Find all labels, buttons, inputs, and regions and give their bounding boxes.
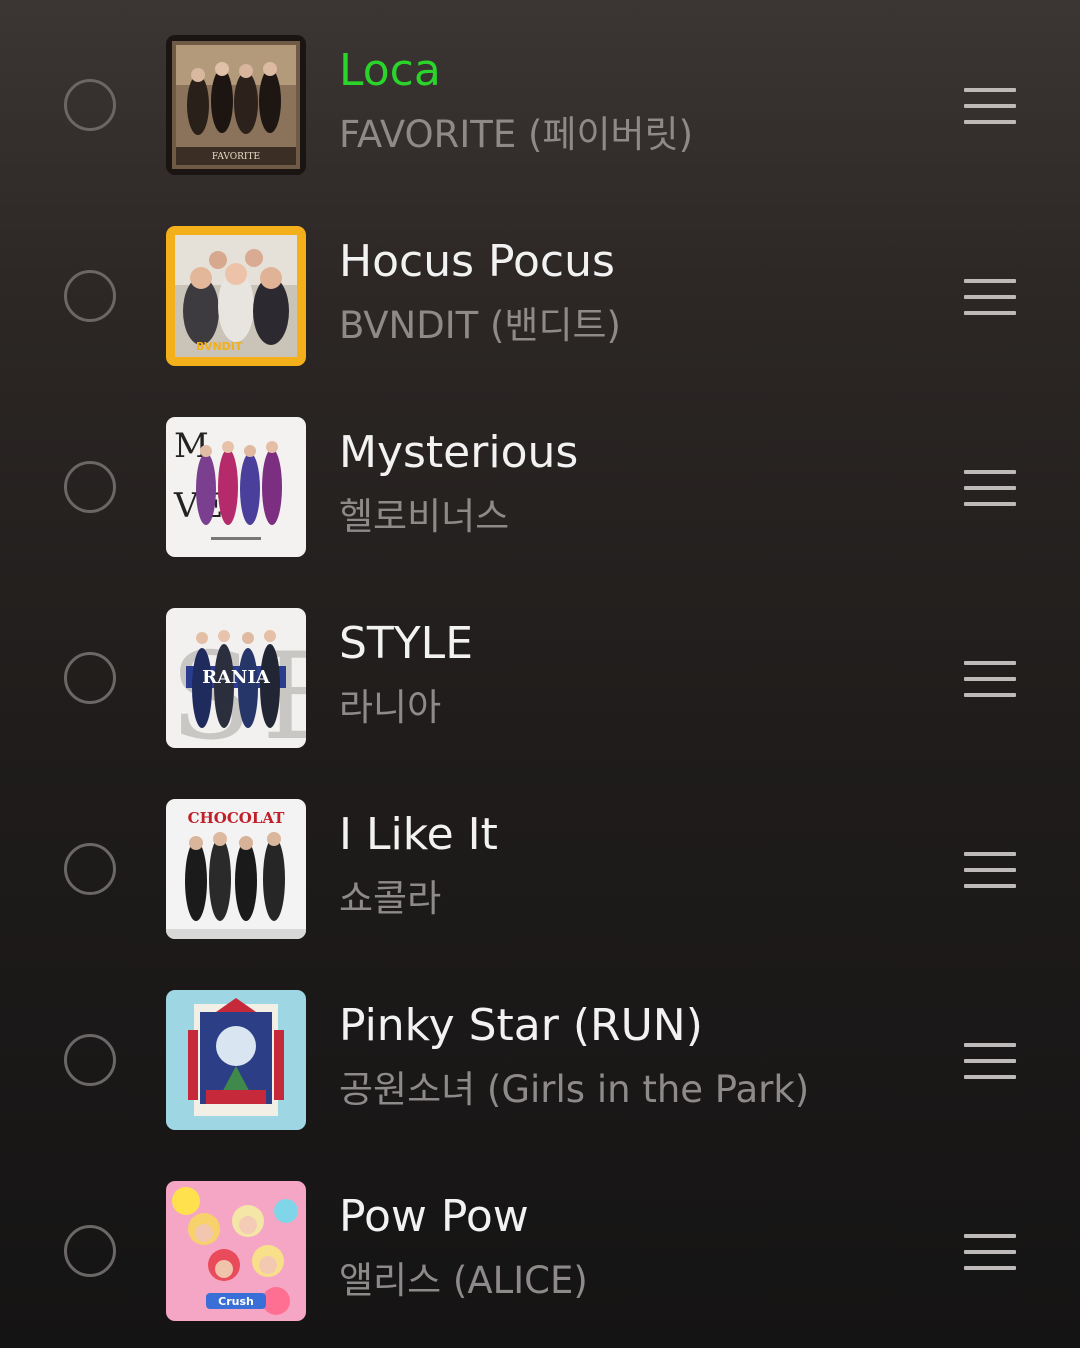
drag-handle-icon[interactable] [964,1043,1016,1079]
drag-handle-icon[interactable] [964,852,1016,888]
track-artist: 쇼콜라 [339,877,442,920]
select-radio[interactable] [64,461,116,513]
album-cover-bvndit: BVNDIT [166,226,306,366]
drag-handle-icon[interactable] [964,470,1016,506]
svg-text:Crush: Crush [218,1295,254,1308]
select-radio[interactable] [64,652,116,704]
svg-text:FAVORITE: FAVORITE [212,152,260,162]
svg-text:RANIA: RANIA [202,667,271,688]
drag-handle-icon[interactable] [964,88,1016,124]
track-row[interactable]: FAVORITE Loca FAVORITE (페이버릿) [0,30,1080,221]
album-cover-girls-in-the-park [166,990,306,1130]
track-row[interactable]: S E RANIA STYLE 라니아 [0,603,1080,794]
album-cover-hello-venus: M VE [166,417,306,557]
track-title: Loca [339,45,441,96]
track-row[interactable]: Crush Pow Pow 앨리스 (ALICE) [0,1176,1080,1348]
select-radio[interactable] [64,843,116,895]
track-artist: 헬로비너스 [339,495,510,538]
album-cover-rania: S E RANIA [166,608,306,748]
track-row[interactable]: BVNDIT Hocus Pocus BVNDIT (밴디트) [0,221,1080,412]
track-title: STYLE [339,618,473,669]
select-radio[interactable] [64,79,116,131]
track-artist: BVNDIT (밴디트) [339,304,621,347]
drag-handle-icon[interactable] [964,1234,1016,1270]
track-row[interactable]: CHOCOLAT I Like It 쇼콜라 [0,794,1080,985]
track-title: I Like It [339,809,498,860]
select-radio[interactable] [64,270,116,322]
drag-handle-icon[interactable] [964,279,1016,315]
track-artist: 공원소녀 (Girls in the Park) [339,1068,810,1111]
select-radio[interactable] [64,1225,116,1277]
track-title: Mysterious [339,427,579,478]
svg-text:BVNDIT: BVNDIT [196,340,243,353]
track-row[interactable]: Pinky Star (RUN) 공원소녀 (Girls in the Park… [0,985,1080,1176]
track-title: Pinky Star (RUN) [339,1000,703,1051]
album-cover-favorite: FAVORITE [166,35,306,175]
track-title: Pow Pow [339,1191,529,1242]
playlist-screen: FAVORITE Loca FAVORITE (페이버릿) BVNDIT Hoc… [0,0,1080,1348]
track-title: Hocus Pocus [339,236,615,287]
select-radio[interactable] [64,1034,116,1086]
track-artist: 라니아 [339,686,442,729]
track-artist: FAVORITE (페이버릿) [339,113,694,156]
album-cover-alice: Crush [166,1181,306,1321]
drag-handle-icon[interactable] [964,661,1016,697]
album-cover-chocolat: CHOCOLAT [166,799,306,939]
track-artist: 앨리스 (ALICE) [339,1259,588,1302]
svg-text:CHOCOLAT: CHOCOLAT [188,809,286,827]
track-row[interactable]: M VE Mysterious 헬로비너스 [0,412,1080,603]
